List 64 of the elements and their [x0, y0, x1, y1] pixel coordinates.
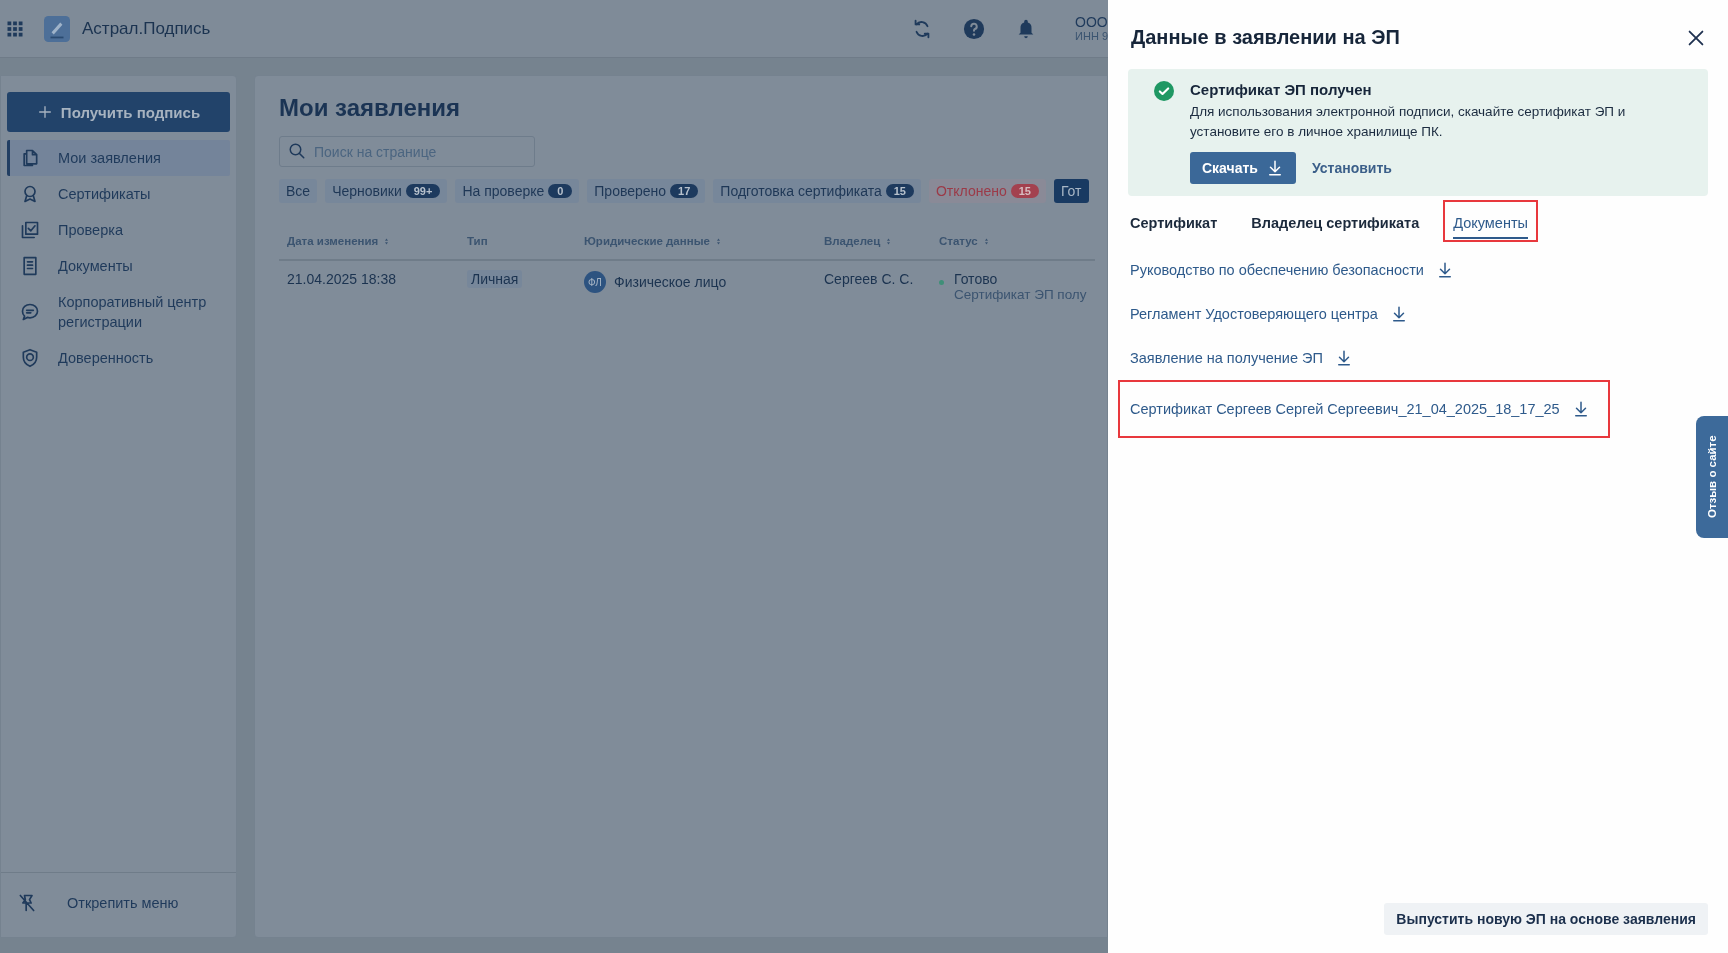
- count-badge: 17: [670, 184, 699, 198]
- checklist-icon: [20, 220, 40, 240]
- app-name: Астрал.Подпись: [82, 18, 211, 39]
- tab[interactable]: Сертификат: [1130, 215, 1218, 239]
- chat-icon: [20, 302, 40, 322]
- sidebar-item[interactable]: Сертификаты: [7, 176, 230, 212]
- count-badge: 15: [885, 184, 914, 198]
- column-header: Тип: [467, 235, 488, 247]
- tab[interactable]: Документы: [1453, 215, 1528, 239]
- filter-chip[interactable]: Проверено 17: [587, 179, 706, 203]
- sidebar-item[interactable]: Корпоративный центр регистрации: [7, 284, 230, 340]
- status-detail: Сертификат ЭП полу: [954, 287, 1087, 302]
- date-cell: 21.04.2025 18:38: [287, 271, 396, 287]
- chip-label: На проверке: [462, 183, 545, 199]
- sidebar-item[interactable]: Доверенность: [7, 340, 230, 376]
- status-dot: [939, 280, 944, 285]
- organization-inn: ИНН 9: [1075, 30, 1108, 43]
- logo-icon: [44, 15, 70, 42]
- search-icon: [288, 142, 306, 160]
- count-badge: 15: [1010, 184, 1039, 198]
- apps-menu-icon: [6, 19, 24, 38]
- type-tag: Личная: [467, 270, 523, 288]
- document-link[interactable]: Регламент Удостоверяющего центра: [1130, 306, 1378, 322]
- chip-label: Черновики: [332, 183, 402, 199]
- help-icon[interactable]: [963, 17, 986, 40]
- sidebar-item[interactable]: Документы: [7, 248, 230, 284]
- entity-avatar: ФЛ: [584, 271, 606, 293]
- install-link[interactable]: Установить: [1311, 160, 1392, 176]
- chip-label: Отклонено: [935, 183, 1007, 199]
- document-link[interactable]: Руководство по обеспечению безопасности: [1130, 262, 1424, 278]
- download-button[interactable]: Скачать: [1190, 152, 1296, 184]
- alert-text: Для использования электронной подписи, скачайте сертификат ЭП и установите его в личное хранилище ПК.: [1190, 103, 1627, 141]
- tab[interactable]: Владелец сертификата: [1251, 215, 1420, 239]
- issue-new-signature-button[interactable]: Выпустить новую ЭП на основе заявления: [1384, 903, 1708, 935]
- sidebar-item[interactable]: Проверка: [7, 212, 230, 248]
- sidebar-item[interactable]: Мои заявления: [7, 140, 230, 176]
- filter-chip[interactable]: Гот: [1053, 179, 1089, 203]
- feedback-tab[interactable]: Отзыв о сайте: [1696, 416, 1728, 538]
- legal-data-cell: Физическое лицо: [614, 274, 727, 290]
- plus-icon: [36, 104, 53, 120]
- drawer-title: Данные в заявлении на ЭП: [1131, 26, 1400, 49]
- page-title: Мои заявления: [279, 94, 461, 122]
- filter-chip[interactable]: Черновики 99+: [325, 179, 448, 203]
- filter-chip[interactable]: На проверке 0: [455, 179, 580, 203]
- documents-icon: [20, 148, 40, 168]
- unpin-menu-link[interactable]: Открепить меню: [67, 895, 179, 911]
- filter-chip[interactable]: Отклонено 15: [928, 179, 1046, 203]
- filter-chip[interactable]: Все: [279, 179, 318, 203]
- document-link[interactable]: Сертификат Сергеев Сергей Сергеевич_21_04_2025_18_17_25: [1130, 401, 1560, 417]
- count-badge: 0: [548, 184, 573, 198]
- shield-icon: [20, 348, 40, 368]
- chip-label: Подготовка сертификата: [720, 183, 882, 199]
- success-icon: [1154, 81, 1174, 101]
- document-icon: [20, 256, 40, 276]
- document-link[interactable]: Заявление на получение ЭП: [1130, 350, 1323, 366]
- get-signature-button[interactable]: Получить подпись: [7, 92, 230, 132]
- status-text: Готово: [954, 271, 999, 287]
- chip-label: Проверено: [594, 183, 667, 199]
- alert-title: Сертификат ЭП получен: [1190, 81, 1373, 98]
- filter-chip[interactable]: Подготовка сертификата 15: [713, 179, 921, 203]
- count-badge: 99+: [405, 184, 441, 198]
- owner-cell: Сергеев С. С.: [824, 271, 914, 287]
- organization-name: ООО: [1075, 14, 1108, 31]
- unpin-icon: [17, 893, 37, 913]
